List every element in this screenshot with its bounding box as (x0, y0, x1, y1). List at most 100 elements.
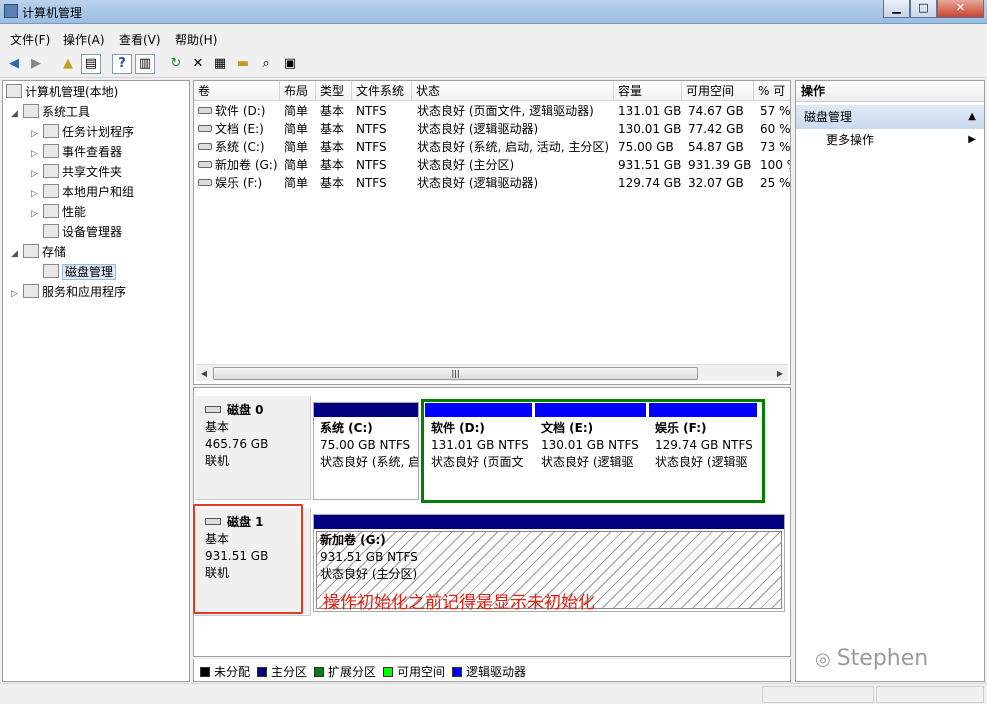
expand-arrow-icon[interactable]: ▷ (31, 209, 43, 219)
table-row[interactable]: 软件 (D:) 简单 基本 NTFS 状态良好 (页面文件, 逻辑驱动器) 13… (194, 102, 790, 120)
disk-settings-icon[interactable]: ▣ (280, 54, 300, 74)
refresh-icon[interactable]: ↻ (166, 54, 186, 74)
close-button[interactable]: ✕ (937, 0, 984, 18)
filesystem-cell: NTFS (356, 176, 387, 190)
minimize-button[interactable]: ▁ (883, 0, 910, 18)
shared-folder-icon (43, 164, 59, 178)
forward-arrow-icon[interactable]: ▶ (26, 54, 46, 74)
column-header-capacity[interactable]: 容量 (614, 81, 682, 101)
submenu-arrow-icon: ▶ (968, 134, 976, 145)
status-segment (762, 686, 874, 703)
layout-cell: 简单 (284, 140, 309, 154)
menu-file[interactable]: 文件(F) (10, 31, 50, 48)
search-icon[interactable]: ⌕ (256, 54, 276, 74)
tree-root[interactable]: 计算机管理(本地) (6, 83, 118, 101)
partition-e-label: 文档 (E:) (541, 421, 594, 435)
tree-device-manager[interactable]: 设备管理器 (43, 223, 122, 241)
storage-icon (23, 244, 39, 258)
partition-d-status: 状态良好 (页面文 (431, 455, 524, 469)
partition-g-status: 状态良好 (主分区) (320, 567, 418, 581)
partition-c[interactable]: 系统 (C:) 75.00 GB NTFS 状态良好 (系统, 启 (313, 402, 419, 500)
disk-management-icon (43, 264, 59, 278)
logical-drive-bar (535, 403, 646, 417)
partition-f[interactable]: 娱乐 (F:) 129.74 GB NTFS 状态良好 (逻辑驱 (649, 403, 757, 499)
partition-d-size: 131.01 GB NTFS (431, 438, 529, 452)
legend-primary: 主分区 (257, 663, 307, 680)
collapse-arrow-icon[interactable]: ◢ (11, 109, 23, 119)
scroll-left-icon[interactable]: ◀ (197, 367, 211, 380)
menu-view[interactable]: 查看(V) (119, 31, 161, 48)
tree-local-users[interactable]: ▷ 本地用户和组 (31, 183, 134, 201)
partition-d[interactable]: 软件 (D:) 131.01 GB NTFS 状态良好 (页面文 (425, 403, 532, 499)
annotation-text: 操作初始化之前记得是显示未初始化 (323, 593, 595, 613)
expand-arrow-icon[interactable]: ▷ (11, 289, 23, 299)
table-row[interactable]: 系统 (C:) 简单 基本 NTFS 状态良好 (系统, 启动, 活动, 主分区… (194, 138, 790, 156)
scroll-right-icon[interactable]: ▶ (773, 367, 787, 380)
filesystem-cell: NTFS (356, 158, 387, 172)
tree-event-viewer[interactable]: ▷ 事件查看器 (31, 143, 122, 161)
help-icon[interactable]: ? (112, 54, 132, 74)
capacity-cell: 131.01 GB (618, 104, 682, 118)
action-pane-header: 操作 (796, 81, 984, 102)
table-row[interactable]: 新加卷 (G:) 简单 基本 NTFS 状态良好 (主分区) 931.51 GB… (194, 156, 790, 174)
legend-label: 扩展分区 (328, 665, 377, 679)
free-cell: 74.67 GB (688, 104, 744, 118)
free-cell: 54.87 GB (688, 140, 744, 154)
status-cell: 状态良好 (系统, 启动, 活动, 主分区) (417, 140, 610, 154)
column-header-volume[interactable]: 卷 (194, 81, 280, 101)
tree-services-apps[interactable]: ▷ 服务和应用程序 (11, 283, 126, 301)
menu-help[interactable]: 帮助(H) (175, 31, 217, 48)
primary-partition-bar (314, 403, 418, 417)
action-more-actions[interactable]: 更多操作 ▶ (796, 129, 984, 151)
drive-icon (198, 179, 212, 186)
layout-cell: 简单 (284, 158, 309, 172)
show-tree-icon[interactable]: ▤ (81, 54, 101, 74)
column-header-type[interactable]: 类型 (316, 81, 352, 101)
table-row[interactable]: 娱乐 (F:) 简单 基本 NTFS 状态良好 (逻辑驱动器) 129.74 G… (194, 174, 790, 192)
status-cell: 状态良好 (逻辑驱动器) (417, 122, 539, 136)
back-arrow-icon[interactable]: ◀ (4, 54, 24, 74)
tree-storage[interactable]: ◢ 存储 (11, 243, 66, 261)
properties-icon[interactable]: ▦ (210, 54, 230, 74)
free-cell: 931.39 GB (688, 158, 752, 172)
drive-icon (198, 161, 212, 168)
tree-shared-folders[interactable]: ▷ 共享文件夹 (31, 163, 122, 181)
open-folder-icon[interactable]: ▬ (233, 54, 253, 74)
horizontal-scrollbar[interactable]: ◀ ||| ▶ (196, 364, 788, 381)
partition-e[interactable]: 文档 (E:) 130.01 GB NTFS 状态良好 (逻辑驱 (535, 403, 646, 499)
expand-arrow-icon[interactable]: ▷ (31, 129, 43, 139)
layout-cell: 简单 (284, 104, 309, 118)
maximize-button[interactable]: □ (910, 0, 937, 18)
column-header-free[interactable]: 可用空间 (682, 81, 754, 101)
table-row[interactable]: 文档 (E:) 简单 基本 NTFS 状态良好 (逻辑驱动器) 130.01 G… (194, 120, 790, 138)
column-header-layout[interactable]: 布局 (280, 81, 316, 101)
action-pane-icon[interactable]: ▥ (135, 54, 155, 74)
column-header-filesystem[interactable]: 文件系统 (352, 81, 412, 101)
expand-arrow-icon[interactable]: ▷ (31, 149, 43, 159)
collapse-up-icon[interactable]: ▲ (968, 105, 976, 129)
disk-0-info[interactable]: 磁盘 0 基本 465.76 GB 联机 (195, 396, 311, 500)
collapse-arrow-icon[interactable]: ◢ (11, 249, 23, 259)
action-pane: 操作 磁盘管理 ▲ 更多操作 ▶ (795, 80, 985, 682)
type-cell: 基本 (320, 158, 345, 172)
volume-name: 文档 (E:) (198, 120, 280, 138)
expand-arrow-icon[interactable]: ▷ (31, 169, 43, 179)
menu-action[interactable]: 操作(A) (63, 31, 105, 48)
partition-f-label: 娱乐 (F:) (655, 421, 707, 435)
delete-icon[interactable]: ✕ (188, 54, 208, 74)
scroll-thumb[interactable]: ||| (213, 367, 698, 380)
up-folder-icon[interactable]: ▲ (58, 54, 78, 74)
column-header-percent-free[interactable]: % 可 (754, 81, 790, 101)
event-log-icon (43, 144, 59, 158)
action-section-disk-management[interactable]: 磁盘管理 ▲ (796, 105, 984, 129)
status-segment (876, 686, 984, 703)
filesystem-cell: NTFS (356, 104, 387, 118)
tree-disk-management[interactable]: 磁盘管理 (43, 263, 117, 281)
tree-performance[interactable]: ▷ 性能 (31, 203, 86, 221)
filesystem-cell: NTFS (356, 140, 387, 154)
tree-task-scheduler[interactable]: ▷ 任务计划程序 (31, 123, 134, 141)
window-title: 计算机管理 (22, 6, 83, 20)
column-header-status[interactable]: 状态 (412, 81, 614, 101)
expand-arrow-icon[interactable]: ▷ (31, 189, 43, 199)
tree-system-tools[interactable]: ◢ 系统工具 (11, 103, 90, 121)
